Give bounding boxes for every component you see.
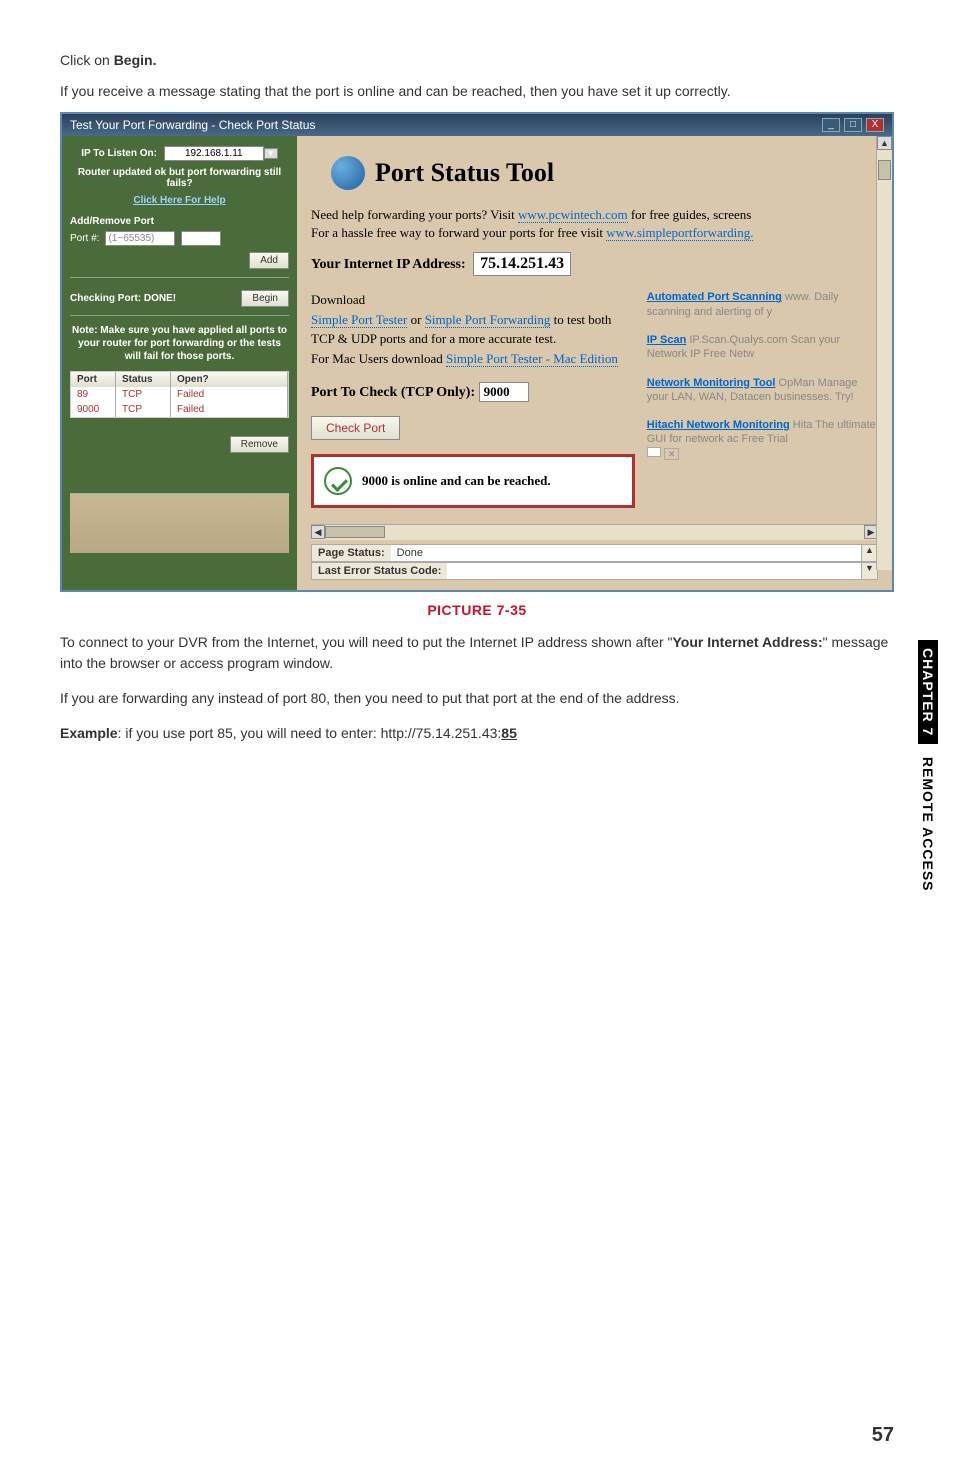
port-check-label: Port To Check (TCP Only): 9000 xyxy=(311,382,635,402)
col-open: Open? xyxy=(171,372,288,387)
decorative-image xyxy=(70,493,289,553)
begin-button[interactable]: Begin xyxy=(241,290,289,307)
table-row[interactable]: 89 TCP Failed xyxy=(71,387,288,402)
pcwintech-link[interactable]: www.pcwintech.com xyxy=(518,207,628,223)
table-row[interactable]: 9000 TCP Failed xyxy=(71,402,288,417)
close-ad-icon[interactable]: ✕ xyxy=(664,448,680,460)
last-error-row: Last Error Status Code: ▼ xyxy=(311,562,878,580)
horizontal-scrollbar[interactable]: ◀ ▶ xyxy=(311,524,878,540)
result-text: 9000 is online and can be reached. xyxy=(362,473,551,489)
ip-listen-select[interactable]: 192.168.1.11 xyxy=(164,146,264,161)
maximize-button[interactable]: □ xyxy=(844,118,862,132)
port-check-input[interactable]: 9000 xyxy=(479,382,529,402)
col-port: Port xyxy=(71,372,116,387)
simple-port-forwarding-link[interactable]: Simple Port Forwarding xyxy=(425,312,551,328)
ads-sidebar: Automated Port Scanning www. Daily scann… xyxy=(647,290,878,508)
vertical-scrollbar[interactable]: ▲ xyxy=(876,136,892,570)
figure-caption: PICTURE 7-35 xyxy=(60,602,894,618)
right-panel: Port Status Tool Need help forwarding yo… xyxy=(297,136,892,590)
check-icon xyxy=(324,467,352,495)
port-table: Port Status Open? 89 TCP Failed 9000 TCP… xyxy=(70,371,289,418)
spinner-down-icon[interactable]: ▼ xyxy=(861,563,877,579)
col-status: Status xyxy=(116,372,171,387)
scroll-left-icon[interactable]: ◀ xyxy=(311,525,325,539)
chevron-down-icon: ▼ xyxy=(206,234,214,243)
check-port-button[interactable]: Check Port xyxy=(311,416,400,440)
scrollbar-thumb[interactable] xyxy=(878,160,891,180)
scrollbar-thumb[interactable] xyxy=(325,526,385,538)
chevron-down-icon[interactable]: ▼ xyxy=(264,148,278,159)
page-status-row: Page Status:Done ▲ xyxy=(311,544,878,562)
scroll-up-icon[interactable]: ▲ xyxy=(877,136,892,150)
ad-link-3[interactable]: Network Monitoring Tool xyxy=(647,377,776,389)
click-here-help-link[interactable]: Click Here For Help xyxy=(133,195,225,206)
internet-ip-label: Your Internet IP Address: 75.14.251.43 xyxy=(311,252,878,276)
flag-icon xyxy=(647,447,661,457)
close-button[interactable]: X xyxy=(866,118,884,132)
intro-line1: Click on Begin. xyxy=(60,50,894,71)
note-text: Note: Make sure you have applied all por… xyxy=(70,324,289,363)
port-number-input[interactable]: (1~65535) xyxy=(105,231,175,246)
ad-link-1[interactable]: Automated Port Scanning xyxy=(647,291,782,303)
remove-button[interactable]: Remove xyxy=(230,436,289,453)
port-number-label: Port #: xyxy=(70,233,99,244)
window-title: Test Your Port Forwarding - Check Port S… xyxy=(70,118,315,132)
minimize-button[interactable]: _ xyxy=(822,118,840,132)
ip-listen-label: IP To Listen On: xyxy=(81,148,157,159)
post-para-1: To connect to your DVR from the Internet… xyxy=(60,632,894,674)
ad-link-2[interactable]: IP Scan xyxy=(647,334,687,346)
mac-edition-link[interactable]: Simple Port Tester - Mac Edition xyxy=(446,351,618,367)
post-para-2: If you are forwarding any instead of por… xyxy=(60,688,894,709)
add-remove-label: Add/Remove Port xyxy=(70,216,289,227)
intro-line2: If you receive a message stating that th… xyxy=(60,81,894,102)
titlebar: Test Your Port Forwarding - Check Port S… xyxy=(62,114,892,136)
chapter-tab: CHAPTER 7 REMOTE ACCESS xyxy=(920,640,936,900)
simple-port-tester-link[interactable]: Simple Port Tester xyxy=(311,312,407,328)
ad-link-4[interactable]: Hitachi Network Monitoring xyxy=(647,419,790,431)
post-para-3: Example: if you use port 85, you will ne… xyxy=(60,723,894,744)
download-block: Download Simple Port Tester or Simple Po… xyxy=(311,290,635,368)
result-box: 9000 is online and can be reached. xyxy=(311,454,635,508)
help-text-2: For a hassle free way to forward your po… xyxy=(311,224,878,242)
page-number: 57 xyxy=(872,1424,894,1447)
add-button[interactable]: Add xyxy=(249,252,289,269)
page-title: Port Status Tool xyxy=(375,158,554,188)
simpleportforwarding-link[interactable]: www.simpleportforwarding. xyxy=(606,225,753,241)
help-text-1: Need help forwarding your ports? Visit w… xyxy=(311,206,878,224)
protocol-select[interactable]: TCP ▼ xyxy=(181,231,221,246)
left-panel: IP To Listen On: 192.168.1.11▼ Router up… xyxy=(62,136,297,590)
checking-status: Checking Port: DONE! xyxy=(70,293,176,304)
globe-icon xyxy=(331,156,365,190)
internet-ip-value: 75.14.251.43 xyxy=(473,252,571,276)
app-window: Test Your Port Forwarding - Check Port S… xyxy=(60,112,894,592)
spinner-up-icon[interactable]: ▲ xyxy=(861,545,877,561)
router-fail-msg: Router updated ok but port forwarding st… xyxy=(70,167,289,189)
